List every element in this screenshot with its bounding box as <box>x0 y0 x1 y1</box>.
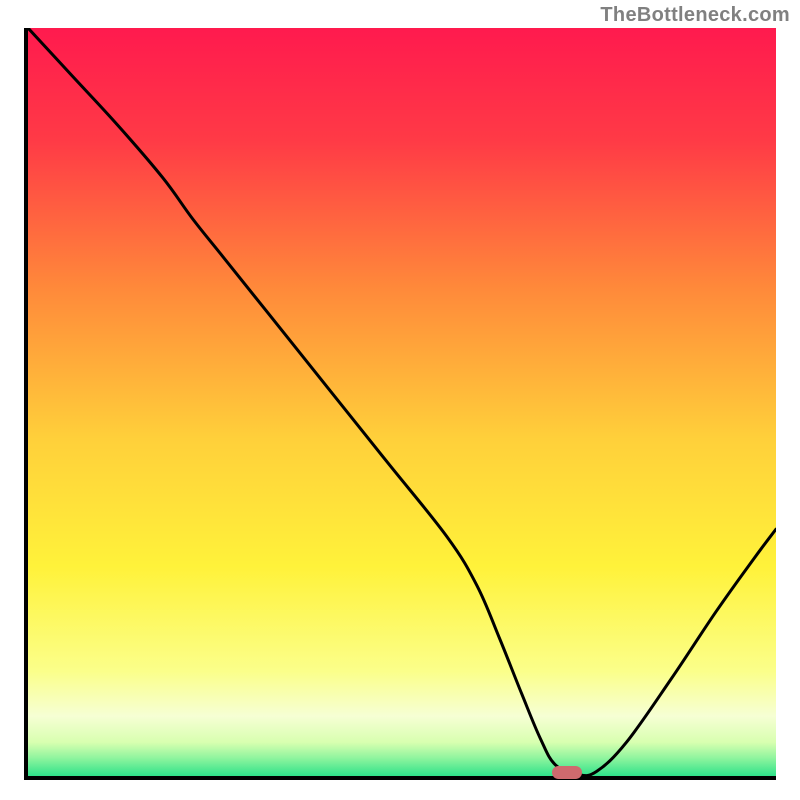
watermark-text: TheBottleneck.com <box>600 4 790 27</box>
optimum-marker <box>552 766 582 779</box>
chart-plot <box>28 28 776 776</box>
chart-container: TheBottleneck.com <box>0 0 800 800</box>
gradient-rect <box>28 28 776 776</box>
